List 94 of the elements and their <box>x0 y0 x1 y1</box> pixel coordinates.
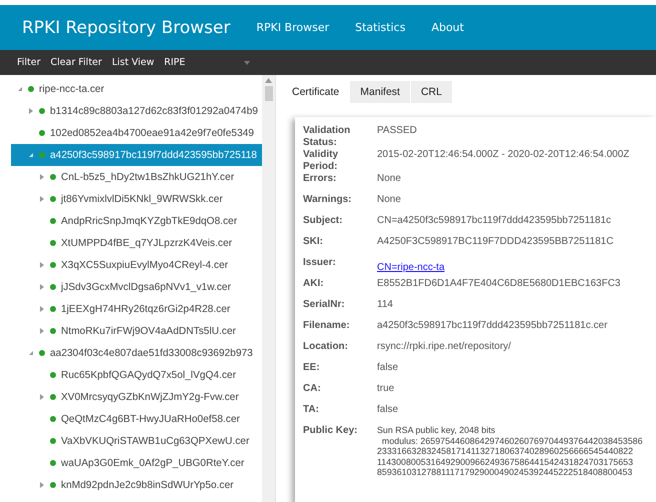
tab[interactable]: CRL <box>410 81 452 103</box>
status-dot <box>50 218 56 224</box>
field-value: PASSED <box>377 125 417 138</box>
status-dot <box>50 240 56 246</box>
caret-icon <box>244 60 250 64</box>
nav-link[interactable]: About <box>431 21 464 34</box>
repository-dropdown[interactable]: RIPE <box>164 57 250 68</box>
field-label: Public Key: <box>303 425 358 438</box>
status-dot <box>39 350 45 356</box>
field-label: Errors: <box>303 173 338 186</box>
field-value: false <box>377 404 398 417</box>
tree-item[interactable]: NtmoRKu7irFWj9OV4aAdDNTs5lU.cer <box>11 320 262 342</box>
toolbar-button[interactable]: Filter <box>17 57 41 68</box>
tree-item[interactable]: b1314c89c8803a127d62c83f3f01292a0474b9 <box>11 100 262 122</box>
status-dot <box>50 174 56 180</box>
status-dot <box>28 86 34 92</box>
scrollbar[interactable] <box>262 75 275 502</box>
field-label: Validity Period: <box>303 149 340 173</box>
tree-item[interactable]: jJSdv3GcxMvclDgsa6pNVv1_v1w.cer <box>11 276 262 298</box>
status-dot <box>50 284 56 290</box>
field-value: false <box>377 362 398 375</box>
tree-item[interactable]: CnL-b5z5_hDy2tw1BsZhkUG21hY.cer <box>11 166 262 188</box>
tree-item[interactable]: Ruc65KpbfQGAQydQ7x5ol_lVgQ4.cer <box>11 364 262 386</box>
status-dot <box>50 460 56 466</box>
status-dot <box>50 438 56 444</box>
field-label: Issuer: <box>303 257 337 270</box>
tree-item[interactable]: knMd92pdnJe2c9b8inSdWUrYp5o.cer <box>11 474 262 496</box>
tree-item[interactable]: XV0MrcsyqyGZbKnWjZJmY2g-Fvw.cer <box>11 386 262 408</box>
field-label: TA: <box>303 404 320 417</box>
field-value: 114 <box>377 299 393 312</box>
field-label: Location: <box>303 341 349 354</box>
field-label: CA: <box>303 383 322 396</box>
collapsed-icon[interactable] <box>39 482 45 488</box>
field-label: EE: <box>303 362 321 375</box>
collapsed-icon[interactable] <box>28 108 34 114</box>
nav-link[interactable]: RPKI Browser <box>256 21 330 34</box>
tree-item[interactable]: a4250f3c598917bc119f7ddd423595bb725118 <box>11 144 262 166</box>
field-label: SKI: <box>303 236 324 249</box>
nav-link[interactable]: Statistics <box>355 21 406 34</box>
tree-item[interactable]: XtUMPPD4fBE_q7YJLpzrzK4Veis.cer <box>11 232 262 254</box>
scroll-up-icon[interactable] <box>265 78 272 83</box>
status-dot <box>50 196 56 202</box>
tab[interactable]: Manifest <box>350 81 410 103</box>
app-title: RPKI Repository Browser <box>22 18 230 38</box>
collapsed-icon[interactable] <box>39 196 45 202</box>
field-label: Validation Status: <box>303 125 352 149</box>
field-value: A4250F3C598917BC119F7DDD423595BB7251181C <box>377 236 614 249</box>
expanded-icon[interactable] <box>17 86 23 92</box>
tree-item[interactable]: ripe-ncc-ta.cer <box>11 78 262 100</box>
tree-item[interactable]: AndpRricSnpJmqKYZgbTkE9dqO8.cer <box>11 210 262 232</box>
status-dot <box>50 306 56 312</box>
field-label: AKI: <box>303 278 325 291</box>
field-label: SerialNr: <box>303 299 346 312</box>
collapsed-icon[interactable] <box>39 328 45 334</box>
field-value: 2015-02-20T12:46:54.000Z - 2020-02-20T12:46:54.000Z <box>377 149 630 162</box>
field-value: a4250f3c598917bc119f7ddd423595bb7251181c.cer <box>377 320 608 333</box>
tree-item[interactable]: 1jEEXgH74HRy26tqz6rGi2p4R28.cer <box>11 298 262 320</box>
expanded-icon[interactable] <box>28 350 34 356</box>
field-value: rsync://rpki.ripe.net/repository/ <box>377 341 511 354</box>
status-dot <box>50 372 56 378</box>
tree-item[interactable]: QeQtMzC4g6BT-HwyJUaRHo0ef58.cer <box>11 408 262 430</box>
collapsed-icon[interactable] <box>39 394 45 400</box>
tree-item[interactable]: aa2304f03c4e807dae51fd33008c93692b973 <box>11 342 262 364</box>
tree-item[interactable]: X3qXC5SuxpiuEvylMyo4CReyl-4.cer <box>11 254 262 276</box>
field-value: None <box>377 194 401 207</box>
collapsed-icon[interactable] <box>39 284 45 290</box>
field-value: true <box>377 383 394 396</box>
collapsed-icon[interactable] <box>39 306 45 312</box>
tree-item[interactable]: 102ed0852ea4b4700eae91a42e9f7e0fe5349 <box>11 122 262 144</box>
status-dot <box>50 482 56 488</box>
tree-item[interactable]: jt86YvmixlvlDi5KNkl_9WRWSkk.cer <box>11 188 262 210</box>
expanded-icon[interactable] <box>28 152 34 158</box>
tree-item[interactable]: VaXbVKUQriSTAWB1uCg63QPXewU.cer <box>11 430 262 452</box>
field-value: CN=a4250f3c598917bc119f7ddd423595bb7251181c <box>377 215 612 228</box>
issuer-link[interactable]: CN=ripe-ncc-ta <box>377 262 445 273</box>
status-dot <box>50 328 56 334</box>
status-dot <box>50 262 56 268</box>
field-label: Subject: <box>303 215 344 228</box>
scroll-thumb[interactable] <box>264 86 272 101</box>
status-dot <box>50 416 56 422</box>
tree-item[interactable]: waUAp3G0Emk_0Af2gP_UBG0RteY.cer <box>11 452 262 474</box>
public-key-value: Sun RSA public key, 2048 bits modulus: 265975446086429746026076970449376442038453586 2333166328324581714113271806374028960256666545440822 1143008005316492900966249367586441542431824703175653 8593610312788111717929000490245392445222518408800453 <box>377 425 643 478</box>
status-dot <box>39 152 45 158</box>
status-dot <box>50 394 56 400</box>
toolbar-button[interactable]: List View <box>112 57 154 68</box>
field-label: Filename: <box>303 320 351 333</box>
field-label: Warnings: <box>303 194 353 207</box>
status-dot <box>39 108 45 114</box>
collapsed-icon[interactable] <box>39 262 45 268</box>
field-value: E8552B1FD6D1A4F7E404C6D8E5680D1EBC163FC3 <box>377 278 620 291</box>
toolbar-button[interactable]: Clear Filter <box>50 57 102 68</box>
field-value: None <box>377 173 401 186</box>
collapsed-icon[interactable] <box>39 174 45 180</box>
status-dot <box>39 130 45 136</box>
